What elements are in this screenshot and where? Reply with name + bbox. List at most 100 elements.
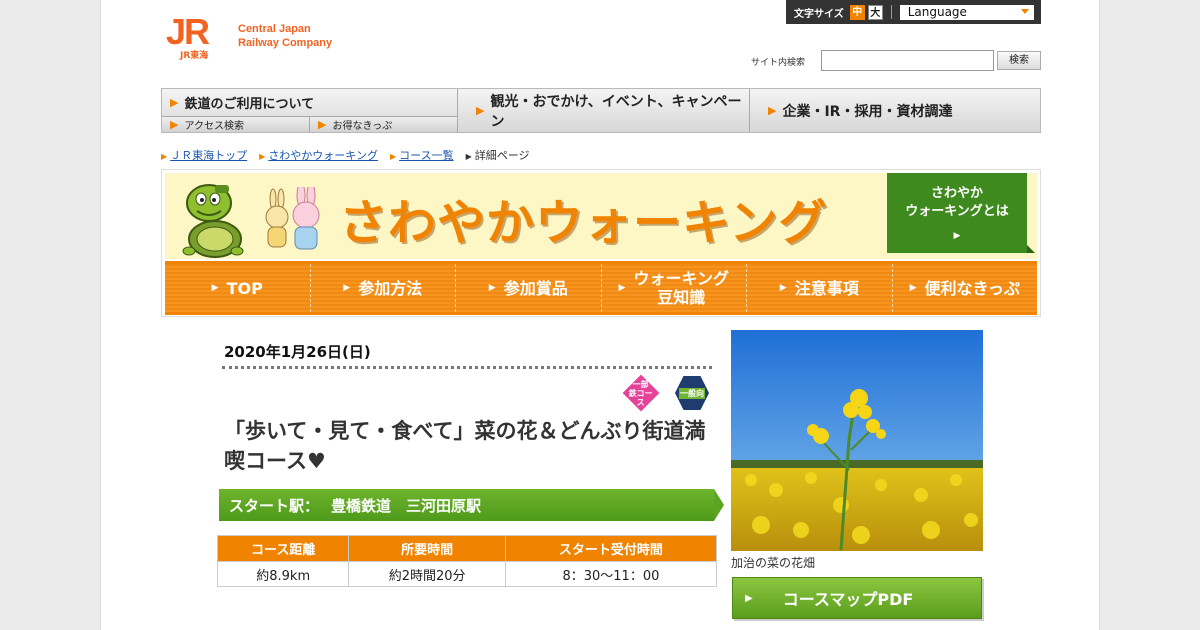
jr-logo-mark: JR JR東海 xyxy=(166,11,228,62)
chevron-right-icon: ▶ xyxy=(618,282,626,293)
subnav-walking-tips-label: ウォーキング 豆知識 xyxy=(633,269,729,307)
subnav-notes-label: 注意事項 xyxy=(794,278,859,298)
cell-start-time: 8：30～11：00 xyxy=(504,561,718,587)
badge-label: 一般向 xyxy=(679,387,705,399)
search-input[interactable] xyxy=(821,50,994,71)
course-map-pdf-label: コースマップPDF xyxy=(782,590,914,609)
breadcrumb: ▶ ＪＲ東海トップ ▶ さわやかウォーキング ▶ コース一覧 ▶ 詳細ページ xyxy=(161,147,530,163)
language-select[interactable]: Language xyxy=(899,4,1034,20)
chevron-right-icon: ▶ xyxy=(389,152,397,161)
column-header-start-time: スタート受付時間 xyxy=(504,535,718,562)
chevron-right-icon: ▶ xyxy=(779,282,787,293)
breadcrumb-current: 詳細ページ xyxy=(474,149,530,162)
about-walking-line2: ウォーキングとは xyxy=(905,204,1009,219)
chevron-right-icon: ▶ xyxy=(768,104,777,117)
jr-logo-sub: JR東海 xyxy=(180,51,209,61)
rabbit-mascots-icon xyxy=(265,187,320,250)
nav-discount-tickets[interactable]: ▶ お得なきっぷ xyxy=(310,117,457,132)
chevron-right-icon: ▶ xyxy=(909,282,917,293)
subnav-walking-tips[interactable]: ▶ ウォーキング 豆知識 xyxy=(602,264,747,312)
turtle-mascot-icon xyxy=(182,184,244,258)
search-label: サイト内検索 xyxy=(751,58,806,68)
breadcrumb-item: ▶ 詳細ページ xyxy=(466,147,530,163)
column-header-distance: コース距離 xyxy=(216,535,350,562)
subnav-prizes[interactable]: ▶ 参加賞品 xyxy=(456,264,602,312)
event-date: 2020年1月26日(日) xyxy=(224,343,371,361)
column-header-duration: 所要時間 xyxy=(348,535,506,562)
nav-railway-usage-label: 鉄道のご利用について xyxy=(184,97,315,112)
breadcrumb-item: ▶ コース一覧 xyxy=(390,147,454,163)
start-station-name: 豊橋鉄道 三河田原駅 xyxy=(331,496,482,515)
course-title: 「歩いて・見て・食べて」菜の花＆どんぶり街道満喫コース♥ xyxy=(224,419,706,473)
about-walking-line1: さわやか xyxy=(930,186,983,201)
partial-rail-course-badge: 一部 鉄コース xyxy=(622,374,660,412)
start-station-label: スタート駅： xyxy=(229,496,320,515)
cell-distance: 約8.9km xyxy=(216,561,350,587)
main-nav: ▶ 鉄道のご利用について ▶ アクセス検索 ▶ お得なきっぷ ▶ 観光・おでかけ… xyxy=(161,88,1041,133)
company-name-line1: Central Japan xyxy=(238,23,311,35)
banner-title: さわやかウォーキング xyxy=(339,195,828,251)
breadcrumb-item: ▶ ＪＲ東海トップ xyxy=(161,147,247,163)
company-name-line2: Railway Company xyxy=(238,37,333,49)
company-name: Central Japan Railway Company xyxy=(238,22,332,50)
nav-corporate[interactable]: ▶ 企業・IR・採用・資材調達 xyxy=(750,89,1040,132)
chevron-right-icon: ▶ xyxy=(259,152,266,161)
course-map-pdf-button[interactable]: ▶ コースマップPDF xyxy=(732,577,982,619)
chevron-right-icon: ▶ xyxy=(745,592,753,604)
walking-subnav: ▶ TOP ▶ 参加方法 ▶ 参加賞品 ▶ ウォーキング 豆知識 ▶ 注意事項 ▶ 便利なきっ… xyxy=(165,261,1037,315)
subnav-prizes-label: 参加賞品 xyxy=(503,278,568,298)
chevron-right-icon: ▶ xyxy=(318,118,327,131)
table-row: 約8.9km 約2時間20分 8：30～11：00 xyxy=(216,561,718,587)
chevron-right-icon: ▶ xyxy=(170,96,179,109)
font-size-medium-button[interactable]: 中 xyxy=(849,4,865,20)
nav-railway-usage[interactable]: ▶ 鉄道のご利用について xyxy=(162,89,457,116)
nav-railway-group: ▶ 鉄道のご利用について ▶ アクセス検索 ▶ お得なきっぷ xyxy=(162,89,458,132)
nav-access-search[interactable]: ▶ アクセス検索 xyxy=(162,117,310,132)
subnav-how-to-join[interactable]: ▶ 参加方法 xyxy=(311,264,456,312)
chevron-down-icon xyxy=(1020,8,1029,14)
chevron-right-icon: ▶ xyxy=(161,152,168,161)
nav-tourism-events-label: 観光・おでかけ、イベント、キャンペーン xyxy=(490,93,742,130)
chevron-right-icon: ▶ xyxy=(343,282,351,293)
chevron-right-icon: ▶ xyxy=(953,231,961,241)
badge-label: 一部 鉄コース xyxy=(629,379,653,407)
nav-tourism-events[interactable]: ▶ 観光・おでかけ、イベント、キャンペーン xyxy=(458,89,750,132)
subnav-walking-tips-line1: ウォーキング xyxy=(633,269,729,288)
chevron-right-icon: ▶ xyxy=(211,282,219,293)
table-header-row: コース距離 所要時間 スタート受付時間 xyxy=(216,535,718,562)
font-size-label: 文字サイズ xyxy=(794,8,844,20)
jr-central-logo[interactable]: JR JR東海 Central Japan Railway Company xyxy=(166,11,332,62)
nav-discount-tickets-label: お得なきっぷ xyxy=(332,121,393,132)
walking-banner: さわやかウォーキング さわやか ウォーキングとは ▶ ▶ TOP ▶ 参加方法 ▶ 参… xyxy=(161,169,1041,317)
subnav-how-to-join-label: 参加方法 xyxy=(358,278,423,298)
breadcrumb-link-jr-top[interactable]: ＪＲ東海トップ xyxy=(170,149,247,162)
banner-header: さわやかウォーキング さわやか ウォーキングとは ▶ xyxy=(165,173,1037,259)
jr-logo-letters: JR xyxy=(166,11,210,52)
chevron-right-icon: ▶ xyxy=(476,104,485,117)
search-button[interactable]: 検索 xyxy=(997,51,1041,70)
breadcrumb-link-walking[interactable]: さわやかウォーキング xyxy=(268,149,378,162)
course-info-table: コース距離 所要時間 スタート受付時間 約8.9km 約2時間20分 8：30～… xyxy=(216,535,718,587)
breadcrumb-item: ▶ さわやかウォーキング xyxy=(259,147,378,163)
general-audience-badge: 一般向 xyxy=(675,376,709,410)
subnav-top[interactable]: ▶ TOP xyxy=(165,264,311,312)
subnav-top-label: TOP xyxy=(226,278,263,298)
font-size-large-button[interactable]: 大 xyxy=(867,4,883,20)
breadcrumb-link-course-list[interactable]: コース一覧 xyxy=(399,149,453,162)
subnav-useful-tickets[interactable]: ▶ 便利なきっぷ xyxy=(893,264,1038,312)
nav-sub-items: ▶ アクセス検索 ▶ お得なきっぷ xyxy=(162,116,457,132)
about-walking-button[interactable]: さわやか ウォーキングとは ▶ xyxy=(887,173,1035,253)
divider xyxy=(222,366,712,369)
nav-corporate-label: 企業・IR・採用・資材調達 xyxy=(782,103,953,120)
page: JR JR東海 Central Japan Railway Company 文字… xyxy=(100,0,1100,630)
subnav-notes[interactable]: ▶ 注意事項 xyxy=(747,264,893,312)
chevron-right-icon: ▶ xyxy=(488,282,496,293)
chevron-right-icon: ▶ xyxy=(465,152,472,161)
subnav-walking-tips-line2: 豆知識 xyxy=(657,288,706,307)
photo-caption: 加治の菜の花畑 xyxy=(731,556,816,570)
divider xyxy=(890,5,892,19)
canola-field-photo xyxy=(731,330,983,551)
subnav-useful-tickets-label: 便利なきっぷ xyxy=(924,278,1020,298)
start-station-bar: スタート駅： 豊橋鉄道 三河田原駅 xyxy=(219,489,724,521)
cell-duration: 約2時間20分 xyxy=(348,561,506,587)
